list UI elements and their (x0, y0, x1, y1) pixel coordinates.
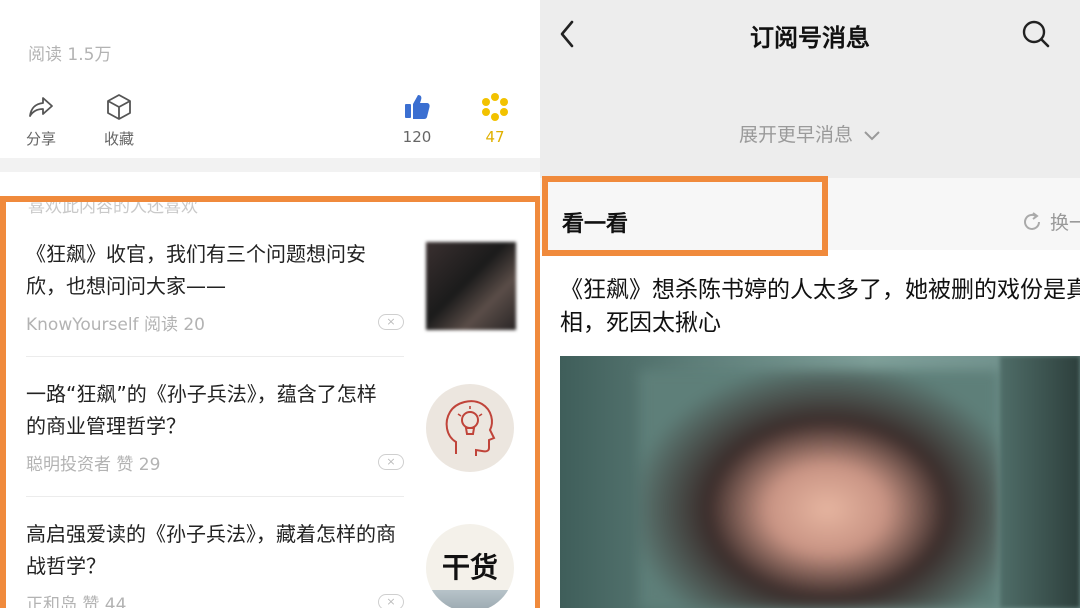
list-item-title: 高启强爱读的《孙子兵法》，藏着怎样的商战哲学？ (26, 522, 396, 578)
like-button[interactable]: 120 (402, 92, 432, 146)
dismiss-button[interactable]: × (378, 454, 404, 470)
article-thumbnail: 干货 (426, 524, 514, 608)
blurred-portrait (640, 370, 1000, 608)
divider (26, 356, 404, 357)
article-cover-image[interactable] (560, 356, 1080, 608)
head-lightbulb-thumbnail (426, 384, 514, 472)
share-label: 分享 (26, 130, 57, 148)
subscription-messages-panel: 订阅号消息 展开更早消息 看一看 换一换 《狂飙》想杀陈书婷的人太多了，她被删的… (540, 0, 1080, 608)
image-right-edge (1000, 356, 1080, 608)
expand-earlier-messages[interactable]: 展开更早消息 (540, 120, 1080, 147)
dismiss-button[interactable]: × (378, 594, 404, 608)
list-item-meta: 正和岛 赞 44 (26, 595, 127, 608)
refresh-icon (1024, 211, 1040, 230)
list-item[interactable]: 高启强爱读的《孙子兵法》，藏着怎样的商战哲学？ 正和岛 赞 44 × 干货 (26, 518, 526, 608)
thumbnail-text: 干货 (441, 551, 498, 584)
thumbnail-mountains (426, 590, 514, 608)
refresh-label: 换一换 (1050, 212, 1080, 234)
divider (26, 496, 404, 497)
article-title[interactable]: 《狂飙》想杀陈书婷的人太多了，她被删的戏份是真相，死因太揪心 (560, 274, 1080, 340)
cube-icon (107, 94, 131, 120)
read-count: 阅读 1.5万 (28, 45, 112, 65)
list-item[interactable]: 《狂飙》收官，我们有三个问题想问安欣，也想问问大家—— KnowYourself… (26, 238, 526, 357)
list-item-meta: KnowYourself 阅读 20 (26, 315, 205, 335)
search-icon[interactable] (1020, 18, 1052, 50)
list-item[interactable]: 一路“狂飙”的《孙子兵法》，蕴含了怎样的商业管理哲学？ 聪明投资者 赞 29 × (26, 378, 526, 497)
chevron-down-icon (864, 130, 880, 140)
wow-button[interactable]: 47 (480, 92, 510, 146)
list-item-meta: 聪明投资者 赞 29 (26, 455, 161, 475)
favorite-button[interactable]: 收藏 (104, 92, 134, 149)
share-icon (29, 97, 53, 117)
like-count: 120 (402, 128, 432, 146)
dismiss-button[interactable]: × (378, 314, 404, 330)
refresh-button[interactable]: 换一换 (1020, 208, 1080, 235)
section-label: 看一看 (562, 212, 629, 237)
page-title: 订阅号消息 (750, 24, 870, 52)
article-footer-panel: 阅读 1.5万 分享 收藏 120 47 喜欢此内容的人还喜欢 《狂飙》收官，我… (0, 0, 540, 608)
list-item-title: 一路“狂飙”的《孙子兵法》，蕴含了怎样的商业管理哲学？ (26, 382, 377, 438)
article-thumbnail (426, 242, 516, 330)
share-button[interactable]: 分享 (26, 92, 56, 149)
favorite-label: 收藏 (104, 130, 135, 148)
wow-count: 47 (485, 128, 505, 146)
section-divider (0, 158, 540, 172)
thumbs-up-icon (405, 95, 430, 119)
list-item-title: 《狂飙》收官，我们有三个问题想问安欣，也想问问大家—— (26, 242, 366, 298)
wow-flower-icon (482, 93, 508, 121)
top-bar: 订阅号消息 (540, 0, 1080, 70)
expand-label: 展开更早消息 (738, 124, 853, 146)
